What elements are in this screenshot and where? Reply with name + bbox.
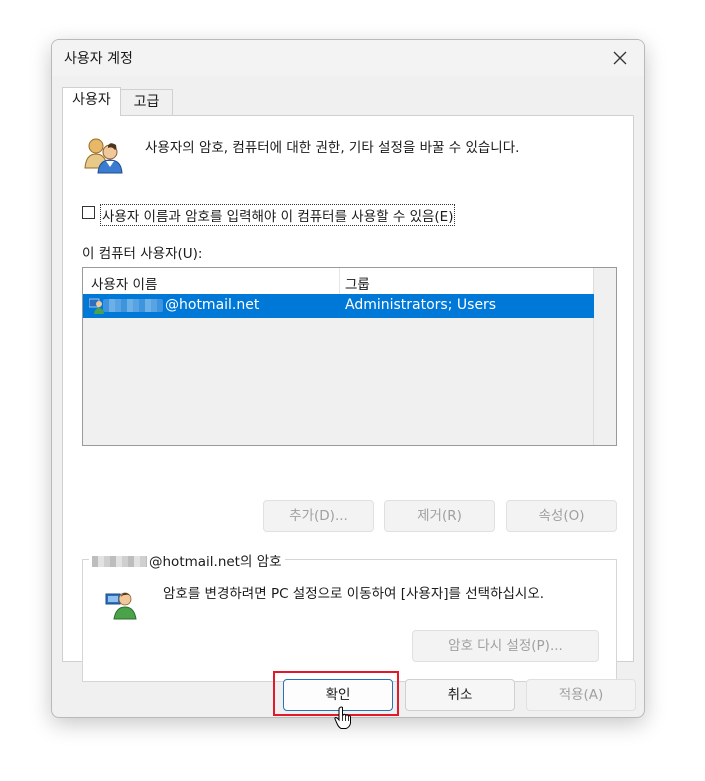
table-row[interactable]: @hotmail.net Administrators; Users <box>83 294 594 318</box>
require-login-checkbox[interactable] <box>82 206 95 219</box>
user-password-icon <box>105 592 137 620</box>
user-accounts-dialog: 사용자 계정 사용자 고급 사용자의 암호, 컴퓨터에 대한 권한, 기타 설정… <box>51 39 645 718</box>
column-header-group[interactable]: 그룹 <box>345 273 370 293</box>
reset-password-button[interactable]: 암호 다시 설정(P)... <box>412 630 599 662</box>
users-tab-panel: 사용자의 암호, 컴퓨터에 대한 권한, 기타 설정을 바꿀 수 있습니다. 사… <box>62 115 634 682</box>
redacted-username <box>103 299 163 312</box>
password-instructions: 암호를 변경하려면 PC 설정으로 이동하여 [사용자]를 선택하십시오. <box>163 586 545 602</box>
list-scrollbar[interactable] <box>593 268 616 445</box>
close-icon <box>613 51 627 65</box>
password-group-legend: @hotmail.net의 암호 <box>89 550 285 570</box>
group-cell: Administrators; Users <box>345 297 497 313</box>
redacted-username <box>92 556 147 567</box>
password-group: @hotmail.net의 암호 암호를 변경하려면 PC 설정으로 이동하여 … <box>82 550 617 682</box>
users-list-label: 이 컴퓨터 사용자(U): <box>82 246 203 262</box>
username-cell: @hotmail.net <box>165 297 260 313</box>
users-icon <box>84 138 123 174</box>
properties-button[interactable]: 속성(O) <box>506 500 617 532</box>
window-title: 사용자 계정 <box>64 51 133 67</box>
password-group-title: @hotmail.net의 암호 <box>149 554 282 570</box>
intro-text: 사용자의 암호, 컴퓨터에 대한 권한, 기타 설정을 바꿀 수 있습니다. <box>145 140 520 156</box>
remove-user-button[interactable]: 제거(R) <box>384 500 495 532</box>
column-header-username[interactable]: 사용자 이름 <box>91 273 157 293</box>
add-user-button[interactable]: 추가(D)... <box>263 500 374 532</box>
cancel-button[interactable]: 취소 <box>405 679 515 711</box>
tab-advanced[interactable]: 고급 <box>121 89 173 115</box>
hand-cursor-icon <box>334 706 351 729</box>
title-bar[interactable]: 사용자 계정 <box>52 40 644 76</box>
list-header: 사용자 이름 그룹 <box>83 268 594 295</box>
users-list[interactable]: 사용자 이름 그룹 @hotmail.net Administrators; U… <box>82 267 617 446</box>
tab-users[interactable]: 사용자 <box>62 87 121 116</box>
close-button[interactable] <box>606 44 634 72</box>
require-login-label[interactable]: 사용자 이름과 암호를 입력해야 이 컴퓨터를 사용할 수 있음(E) <box>100 204 456 226</box>
apply-button[interactable]: 적용(A) <box>526 679 636 711</box>
